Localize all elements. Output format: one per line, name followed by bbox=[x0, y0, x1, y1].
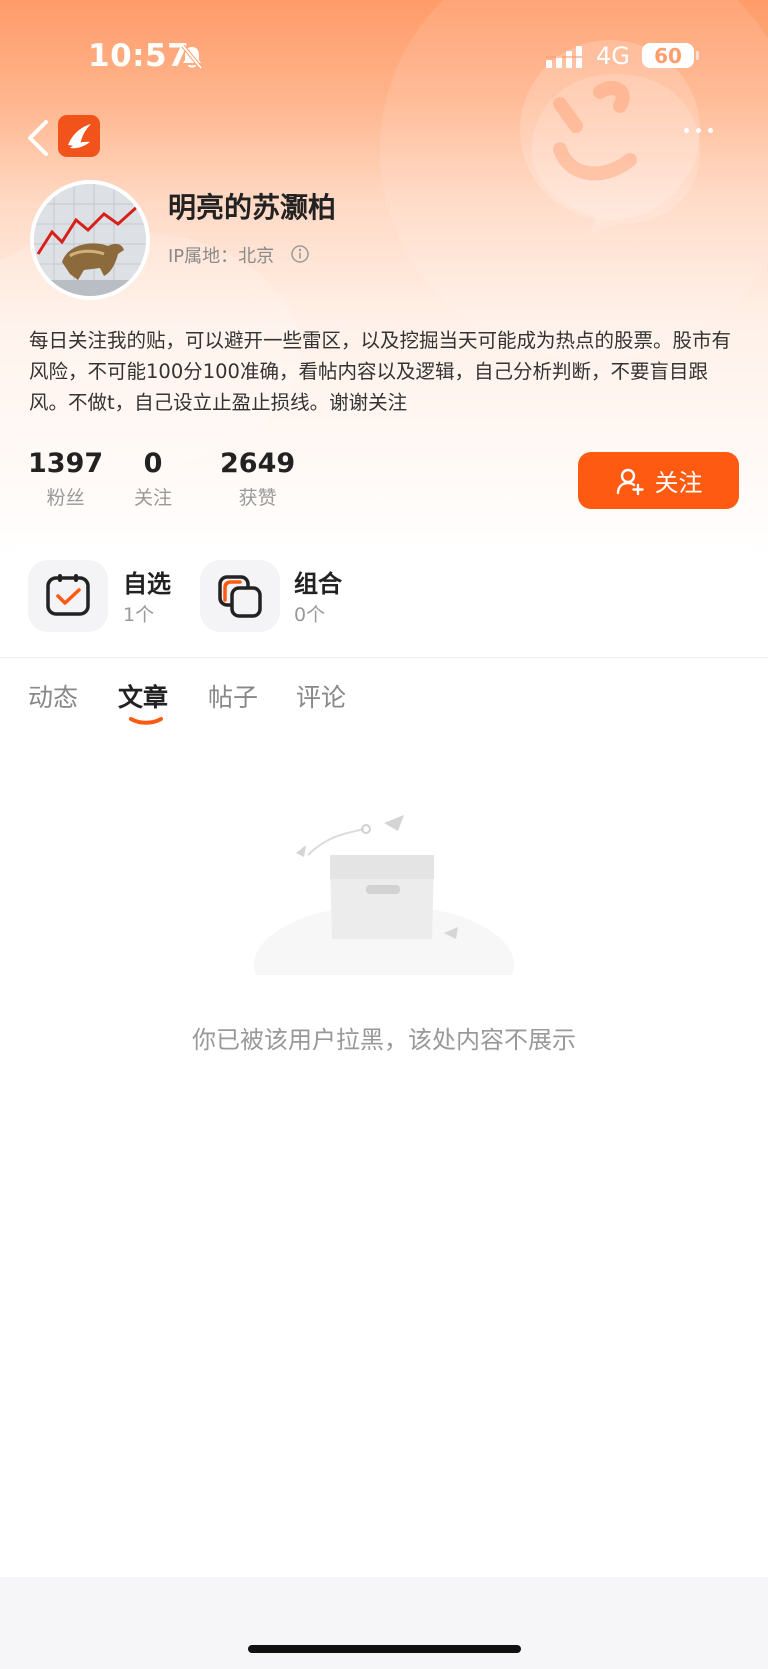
stat-following[interactable]: 0 关注 bbox=[134, 448, 172, 510]
stat-likes[interactable]: 2649 获赞 bbox=[220, 448, 295, 510]
follow-button[interactable]: 关注 bbox=[578, 452, 739, 509]
app-logo-icon bbox=[58, 115, 100, 157]
chevron-left-icon[interactable] bbox=[24, 118, 52, 158]
watchlist-title: 自选 bbox=[123, 570, 171, 598]
network-type: 4G bbox=[596, 42, 630, 70]
divider bbox=[0, 657, 768, 658]
status-bar: 10:57 4G 60 bbox=[0, 38, 768, 78]
stat-label: 粉丝 bbox=[46, 487, 85, 509]
tab-dynamics[interactable]: 动态 bbox=[28, 678, 78, 714]
stat-label: 关注 bbox=[134, 487, 173, 509]
empty-box-icon bbox=[254, 815, 514, 975]
profile-name: 明亮的苏灏柏 bbox=[168, 191, 337, 224]
battery-tip bbox=[696, 51, 699, 60]
tab-articles[interactable]: 文章 bbox=[118, 678, 168, 714]
stat-value: 2649 bbox=[220, 448, 296, 479]
battery-level: 60 bbox=[642, 43, 694, 68]
status-time: 10:57 bbox=[88, 38, 190, 74]
bottom-area bbox=[0, 1577, 768, 1669]
stat-value: 0 bbox=[143, 448, 163, 479]
add-user-icon bbox=[616, 468, 644, 495]
portfolio-icon bbox=[218, 575, 262, 618]
portfolio-button[interactable] bbox=[200, 560, 280, 632]
tab-comments[interactable]: 评论 bbox=[296, 678, 346, 714]
portfolio-count: 0个 bbox=[294, 604, 326, 626]
signal-icon bbox=[546, 46, 582, 68]
stat-fans[interactable]: 1397 粉丝 bbox=[28, 448, 103, 510]
stat-value: 1397 bbox=[28, 448, 104, 479]
info-icon[interactable] bbox=[290, 244, 310, 264]
bell-muted-icon bbox=[181, 44, 203, 70]
active-tab-indicator bbox=[129, 717, 163, 725]
empty-state-message: 你已被该用户拉黑，该处内容不展示 bbox=[192, 1026, 576, 1054]
watchlist-button[interactable] bbox=[28, 560, 108, 632]
stat-label: 获赞 bbox=[238, 487, 277, 509]
ip-location: IP属地：北京 bbox=[168, 246, 275, 267]
more-dots-icon[interactable] bbox=[684, 128, 724, 140]
mascot-watermark-icon bbox=[532, 74, 700, 234]
follow-button-label: 关注 bbox=[654, 469, 703, 497]
content-card bbox=[0, 542, 768, 1669]
watchlist-count: 1个 bbox=[123, 604, 155, 626]
watchlist-check-icon bbox=[46, 574, 90, 616]
home-indicator[interactable] bbox=[248, 1645, 521, 1653]
tab-posts[interactable]: 帖子 bbox=[208, 678, 258, 714]
profile-bio: 每日关注我的贴，可以避开一些雷区，以及挖掘当天可能成为热点的股票。股市有风险，不… bbox=[29, 329, 732, 414]
avatar[interactable] bbox=[30, 180, 150, 300]
portfolio-title: 组合 bbox=[294, 570, 342, 598]
